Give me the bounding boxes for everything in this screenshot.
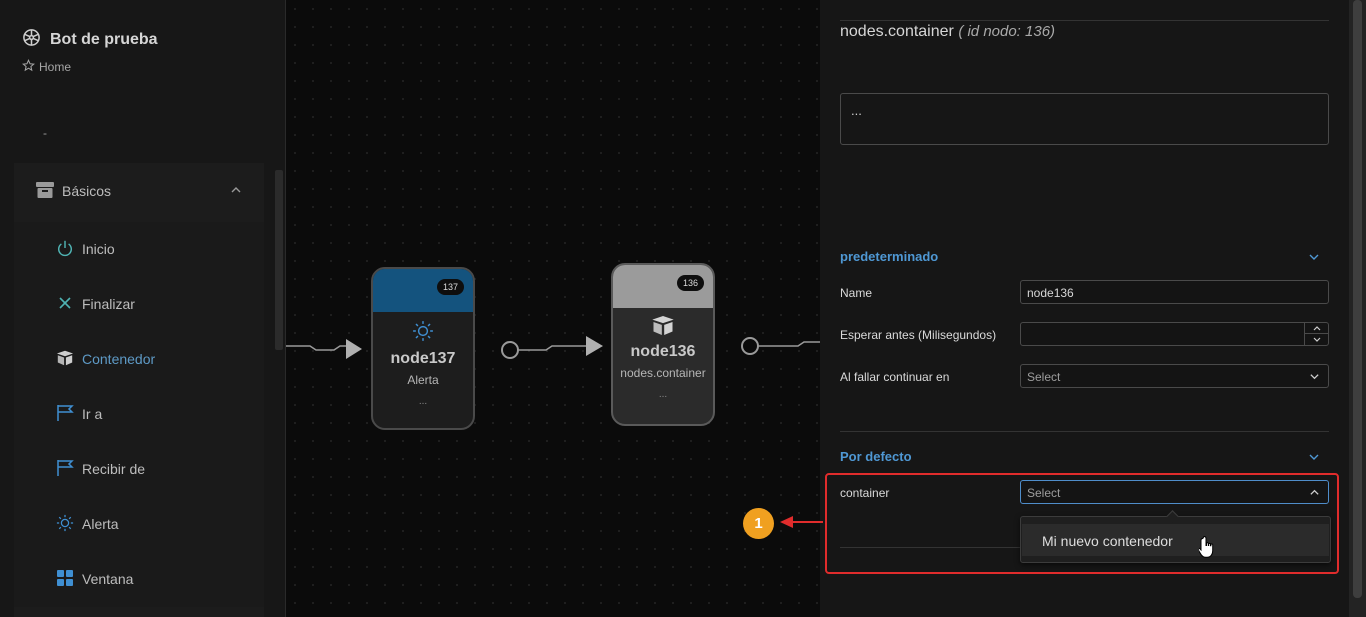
- name-label: Name: [840, 286, 873, 300]
- close-icon: [56, 294, 74, 312]
- panel-title-main: nodes.container: [840, 23, 954, 40]
- sidebar-group-label: Básicos: [62, 183, 112, 199]
- sidebar-item-finalizar[interactable]: Finalizar: [14, 277, 264, 332]
- star-icon: [22, 59, 35, 75]
- sun-icon: [373, 320, 473, 342]
- grid-icon: [56, 569, 74, 587]
- description-textarea[interactable]: ...: [840, 93, 1329, 145]
- node-name: node136: [630, 343, 696, 360]
- callout-badge: 1: [743, 508, 774, 539]
- node-name: node137: [390, 350, 456, 367]
- spinner-down-icon[interactable]: [1305, 334, 1328, 345]
- number-spinner[interactable]: [1304, 323, 1328, 345]
- chevron-down-icon: [1309, 371, 1320, 385]
- node-header: 137: [373, 269, 473, 312]
- bot-title: Bot de prueba: [22, 28, 158, 52]
- panel-scrollbar[interactable]: [1349, 0, 1366, 617]
- node-header: 136: [613, 265, 713, 308]
- box-icon: [613, 316, 713, 335]
- onfail-label: Al fallar continuar en: [840, 370, 950, 384]
- chevron-up-icon[interactable]: [230, 183, 242, 201]
- sidebar: Bot de prueba Home - Básicos Inicio Fina…: [0, 0, 286, 617]
- bot-title-text: Bot de prueba: [50, 31, 158, 48]
- breadcrumb[interactable]: Home: [22, 59, 71, 75]
- panel-scrollbar-thumb[interactable]: [1353, 0, 1362, 598]
- section-predeterminado-title[interactable]: predeterminado: [840, 249, 938, 264]
- wait-number-input[interactable]: [1020, 322, 1329, 346]
- highlight-box: [825, 473, 1339, 574]
- sidebar-group-basicos[interactable]: Básicos: [14, 163, 264, 218]
- flag-icon: [56, 459, 74, 477]
- sidebar-item-ventana[interactable]: Ventana: [14, 552, 264, 607]
- breadcrumb-home[interactable]: Home: [39, 60, 71, 74]
- spinner-up-icon[interactable]: [1305, 323, 1328, 334]
- sidebar-item-label: Alerta: [82, 516, 119, 532]
- wait-label: Esperar antes (Milisegundos): [840, 328, 997, 342]
- sidebar-item-recibir-de[interactable]: Recibir de: [14, 442, 264, 497]
- node-description: ...: [418, 396, 428, 407]
- onfail-select[interactable]: Select: [1020, 364, 1329, 388]
- output-port[interactable]: [501, 341, 519, 359]
- sidebar-item-label: Finalizar: [82, 296, 135, 312]
- sidebar-item-inicio[interactable]: Inicio: [14, 222, 264, 277]
- node-type: Alerta: [407, 373, 439, 387]
- panel-title-id: ( id nodo: 136): [958, 23, 1056, 40]
- sidebar-scrollbar[interactable]: [275, 170, 283, 350]
- sidebar-item-contenedor[interactable]: Contenedor: [14, 332, 264, 387]
- sidebar-item-ir-a[interactable]: Ir a: [14, 387, 264, 442]
- connection-wires: [286, 336, 820, 359]
- section-por-defecto-title[interactable]: Por defecto: [840, 449, 912, 464]
- output-port[interactable]: [741, 337, 759, 355]
- hand-cursor-icon: [1197, 535, 1217, 564]
- input-arrow: [586, 336, 603, 356]
- box-icon: [56, 349, 74, 367]
- divider: [840, 431, 1329, 432]
- sun-icon: [56, 514, 74, 532]
- node-type: nodes.container: [620, 366, 706, 380]
- sidebar-item-label: Inicio: [82, 241, 115, 257]
- node-id-badge: 136: [676, 275, 704, 291]
- sidebar-menu: Básicos Inicio Finalizar Contenedor Ir a…: [14, 163, 264, 617]
- name-input[interactable]: node136: [1020, 280, 1329, 304]
- divider: [840, 20, 1329, 21]
- panel-title: nodes.container ( id nodo: 136): [840, 23, 1055, 41]
- sidebar-divider-text: -: [43, 126, 47, 140]
- chevron-down-icon[interactable]: [1308, 250, 1320, 268]
- flow-canvas[interactable]: 137 node137 Alerta ... 136 node136 nodes…: [286, 0, 820, 617]
- sidebar-item-label: Ir a: [82, 406, 103, 422]
- chevron-down-icon[interactable]: [1308, 450, 1320, 468]
- node-id-badge: 137: [436, 279, 464, 295]
- bot-wheel-icon: [22, 28, 41, 52]
- node-description: ...: [658, 389, 668, 400]
- sidebar-item-label: Recibir de: [82, 461, 146, 477]
- sidebar-item-label: Contenedor: [82, 351, 156, 367]
- flag-icon: [56, 404, 74, 422]
- flow-node-136[interactable]: 136 node136 nodes.container ...: [611, 263, 715, 426]
- power-icon: [56, 239, 74, 257]
- flow-node-137[interactable]: 137 node137 Alerta ...: [371, 267, 475, 430]
- onfail-select-value: Select: [1027, 370, 1061, 384]
- sidebar-item-label: Ventana: [82, 571, 134, 587]
- archive-icon: [36, 182, 54, 203]
- sidebar-item-alerta[interactable]: Alerta: [14, 497, 264, 552]
- input-arrow: [346, 339, 362, 359]
